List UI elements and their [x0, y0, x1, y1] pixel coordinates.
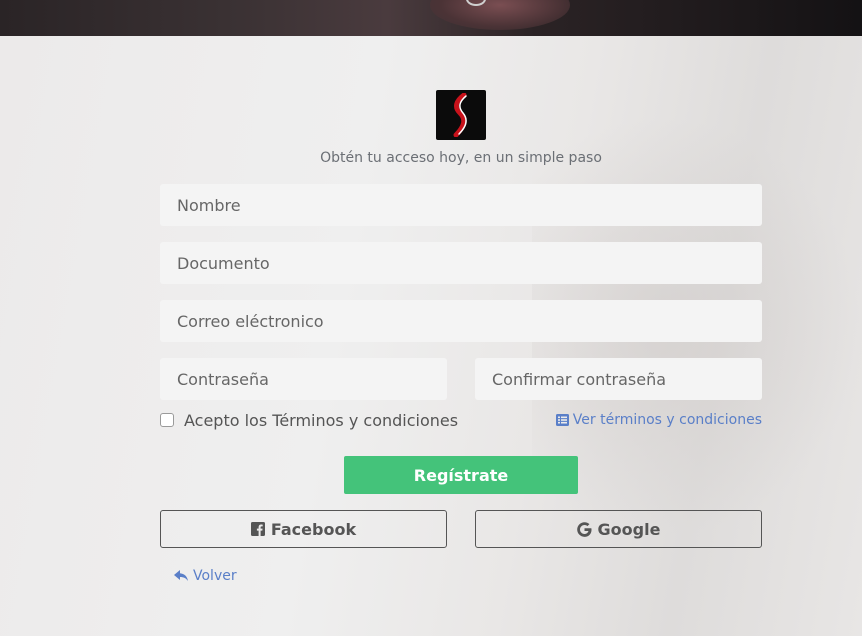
document-input[interactable] [160, 242, 762, 284]
facebook-label: Facebook [270, 519, 357, 539]
subtitle: Obtén tu acceso hoy, en un simple paso [320, 150, 602, 166]
back-label: Volver [193, 568, 237, 584]
terms-checkbox[interactable] [160, 413, 174, 427]
google-label: Google [597, 519, 661, 539]
facebook-button[interactable]: Facebook [160, 510, 447, 548]
google-button[interactable]: Google [475, 510, 762, 548]
terms-row: Acepto los Términos y condiciones [160, 410, 458, 430]
register-button[interactable]: Regístrate [344, 456, 578, 494]
password-input[interactable] [160, 358, 447, 400]
confirm-password-input[interactable] [475, 358, 762, 400]
view-terms-link[interactable]: Ver términos y condiciones [555, 412, 762, 428]
reply-icon [174, 570, 189, 582]
google-icon [576, 521, 592, 537]
facebook-icon [250, 522, 265, 536]
view-terms-label: Ver términos y condiciones [572, 412, 762, 428]
hero-lips [430, 0, 570, 30]
terms-checkbox-label[interactable]: Acepto los Términos y condiciones [184, 411, 458, 430]
smoke-s-icon [453, 93, 467, 137]
hero-image-strip [0, 0, 862, 36]
back-link[interactable]: Volver [174, 568, 237, 584]
name-input[interactable] [160, 184, 762, 226]
email-input[interactable] [160, 300, 762, 342]
brand-logo [436, 90, 486, 140]
list-icon [555, 414, 569, 426]
